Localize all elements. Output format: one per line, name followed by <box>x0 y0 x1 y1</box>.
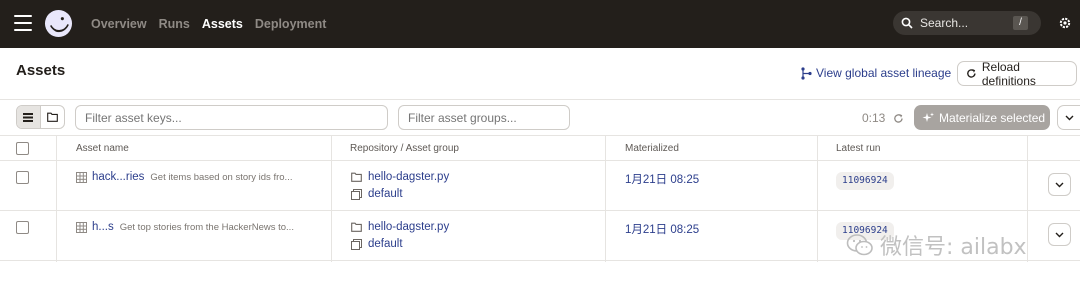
asset-group-icon <box>351 188 362 200</box>
chevron-down-icon <box>1055 232 1064 237</box>
refresh-timer: 0:13 <box>862 111 904 125</box>
folder-view-button[interactable] <box>41 106 64 128</box>
asset-name-cell: h...s Get top stories from the HackerNew… <box>76 221 294 233</box>
asset-link[interactable]: h...s <box>92 221 114 233</box>
asset-group-link[interactable]: default <box>351 238 403 250</box>
search-icon <box>901 17 913 29</box>
refresh-icon <box>967 69 976 78</box>
gear-icon[interactable] <box>1058 16 1072 30</box>
nav-deployment[interactable]: Deployment <box>255 17 327 31</box>
reload-definitions-button[interactable]: Reload definitions <box>957 59 1077 88</box>
filter-asset-groups-input[interactable] <box>398 105 570 130</box>
asset-description: Get top stories from the HackerNews to..… <box>119 221 294 233</box>
repository-name: hello-dagster.py <box>368 171 450 183</box>
view-lineage-label: View global asset lineage <box>816 66 952 80</box>
table-row: hack...ries Get items based on story ids… <box>0 161 1080 211</box>
column-header-materialized: Materialized <box>625 143 679 154</box>
top-nav: Overview Runs Assets Deployment <box>91 0 326 48</box>
row-actions-button[interactable] <box>1048 173 1071 196</box>
view-toggle <box>16 105 65 129</box>
materialized-timestamp[interactable]: 1月21日 08:25 <box>625 221 699 237</box>
asset-group-icon <box>351 238 362 250</box>
view-lineage-link[interactable]: View global asset lineage <box>801 66 951 80</box>
filter-asset-keys-input[interactable] <box>75 105 388 130</box>
lineage-icon <box>801 66 812 80</box>
page-header: Assets View global asset lineage Reload … <box>0 48 1080 100</box>
row-checkbox[interactable] <box>16 221 29 234</box>
row-actions-button[interactable] <box>1048 223 1071 246</box>
watermark-text: 微信号: ailabx <box>880 235 1027 260</box>
wechat-icon <box>846 234 873 256</box>
asset-group-link[interactable]: default <box>351 188 403 200</box>
list-view-button[interactable] <box>17 106 41 128</box>
column-header-latest-run: Latest run <box>836 143 881 154</box>
top-nav-bar: Overview Runs Assets Deployment Search..… <box>0 0 1080 48</box>
nav-overview[interactable]: Overview <box>91 17 147 31</box>
repository-link[interactable]: hello-dagster.py <box>351 171 449 183</box>
menu-icon[interactable] <box>14 15 32 31</box>
asset-description: Get items based on story ids fro... <box>150 171 293 183</box>
asset-toolbar: 0:13 Materialize selected <box>0 100 1080 136</box>
table-icon <box>76 171 87 183</box>
select-all-checkbox[interactable] <box>16 142 29 155</box>
materialized-timestamp[interactable]: 1月21日 08:25 <box>625 171 699 187</box>
repository-name: hello-dagster.py <box>368 221 450 233</box>
refresh-icon[interactable] <box>893 113 904 124</box>
nav-runs[interactable]: Runs <box>159 17 190 31</box>
materialize-selected-label: Materialize selected <box>939 110 1046 125</box>
search-shortcut-key: / <box>1013 16 1028 30</box>
table-icon <box>76 221 87 233</box>
folder-icon <box>351 222 362 232</box>
search-box[interactable]: Search... / <box>893 11 1041 35</box>
asset-group-name: default <box>368 238 403 250</box>
latest-run-tag[interactable]: 11096924 <box>836 172 894 190</box>
folder-icon <box>351 172 362 182</box>
folder-icon <box>46 112 58 122</box>
table-header: Asset name Repository / Asset group Mate… <box>0 136 1080 161</box>
materialize-options-button[interactable] <box>1057 105 1080 130</box>
reload-definitions-label: Reload definitions <box>981 59 1036 88</box>
chevron-down-icon <box>1065 115 1073 120</box>
sparkle-icon <box>922 112 934 122</box>
column-header-asset-name: Asset name <box>76 143 129 154</box>
watermark: 微信号: ailabx <box>846 229 1027 261</box>
column-header-repository: Repository / Asset group <box>350 143 459 154</box>
search-placeholder: Search... <box>920 16 969 30</box>
asset-name-cell: hack...ries Get items based on story ids… <box>76 171 292 183</box>
repository-link[interactable]: hello-dagster.py <box>351 221 449 233</box>
dagster-logo[interactable] <box>44 9 73 38</box>
page-title: Assets <box>16 62 66 79</box>
asset-link[interactable]: hack...ries <box>92 171 144 183</box>
asset-group-name: default <box>368 188 403 200</box>
materialize-selected-button[interactable]: Materialize selected <box>914 105 1050 130</box>
list-icon <box>23 112 34 122</box>
chevron-down-icon <box>1055 182 1064 187</box>
refresh-timer-value: 0:13 <box>862 111 886 125</box>
nav-assets[interactable]: Assets <box>202 17 243 31</box>
row-checkbox[interactable] <box>16 171 29 184</box>
